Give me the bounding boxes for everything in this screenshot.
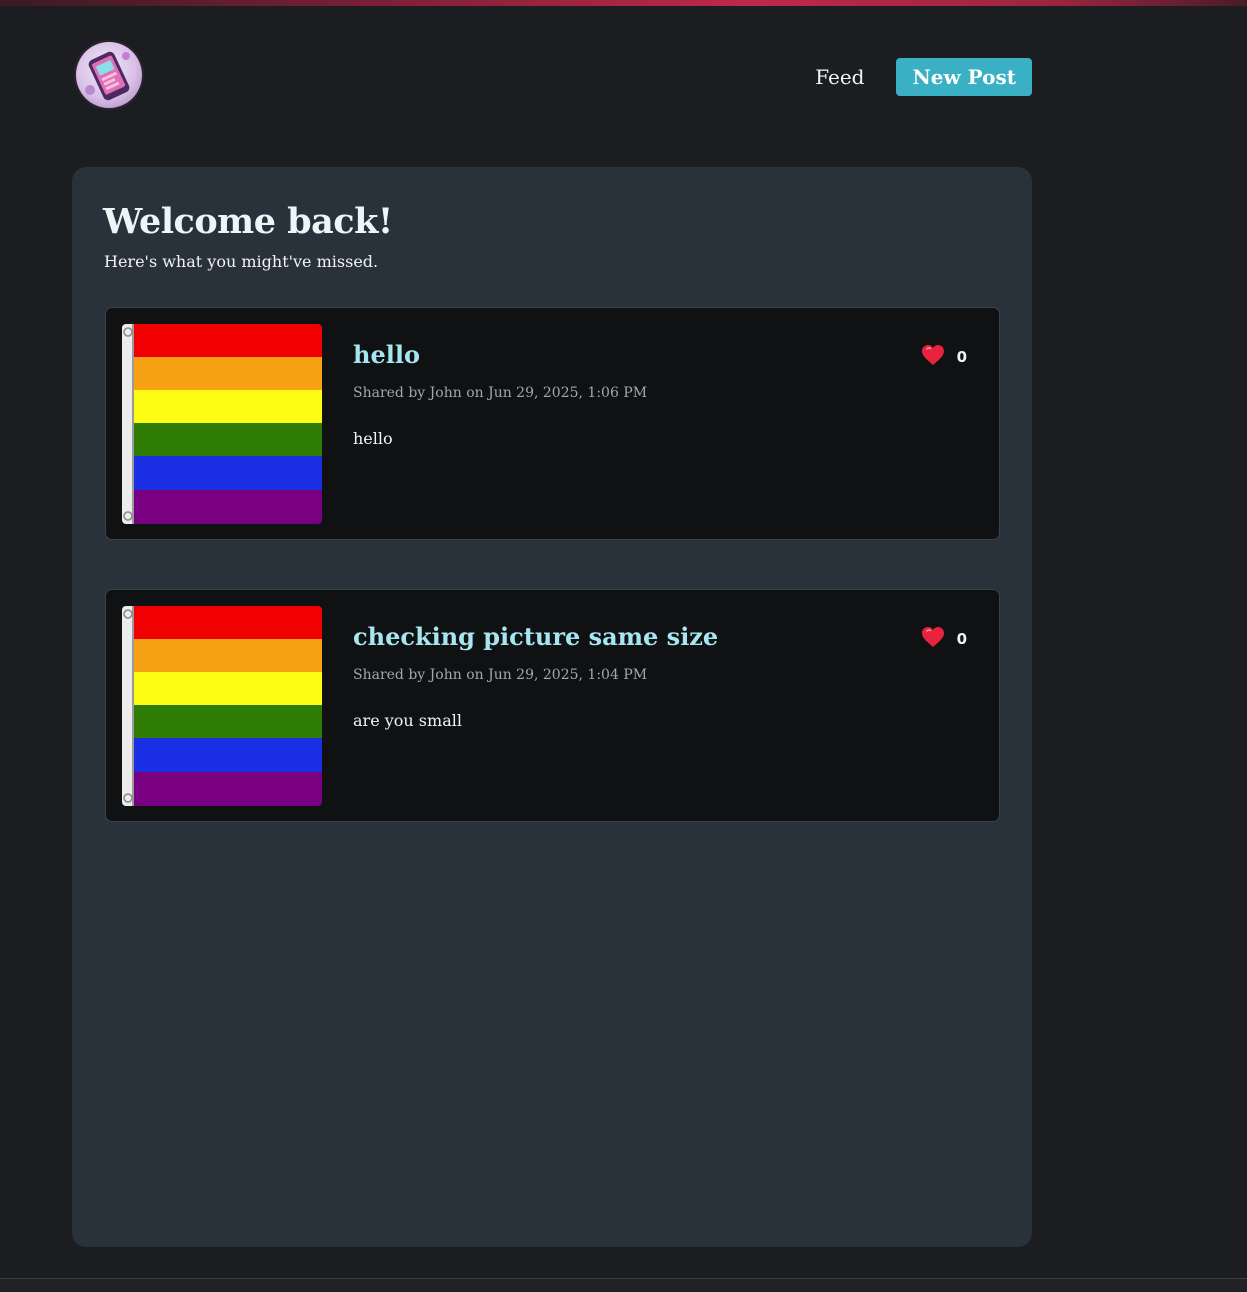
main-nav: Feed New Post — [815, 58, 1032, 96]
page-subtitle: Here's what you might've missed. — [104, 252, 379, 271]
post-card[interactable]: hello Shared by John on Jun 29, 2025, 1:… — [105, 307, 1000, 540]
heart-icon — [921, 626, 945, 652]
post-body: are you small — [353, 711, 462, 730]
page-title: Welcome back! — [103, 201, 393, 242]
like-count: 0 — [956, 348, 967, 366]
post-title[interactable]: checking picture same size — [353, 622, 718, 651]
post-card[interactable]: checking picture same size Shared by Joh… — [105, 589, 1000, 822]
post-title[interactable]: hello — [353, 340, 420, 369]
post-body: hello — [353, 429, 393, 448]
bottom-edge-bar — [0, 1278, 1247, 1292]
like-button[interactable]: 0 — [921, 626, 967, 652]
phone-app-logo-icon[interactable] — [76, 42, 142, 108]
heart-icon — [921, 344, 945, 370]
like-count: 0 — [956, 630, 967, 648]
post-meta: Shared by John on Jun 29, 2025, 1:06 PM — [353, 385, 648, 401]
like-button[interactable]: 0 — [921, 344, 967, 370]
feed-panel: Welcome back! Here's what you might've m… — [72, 167, 1032, 1247]
new-post-button[interactable]: New Post — [896, 58, 1032, 96]
post-meta: Shared by John on Jun 29, 2025, 1:04 PM — [353, 667, 648, 683]
nav-feed-link[interactable]: Feed — [815, 65, 864, 89]
site-header: Feed New Post — [72, 38, 1032, 118]
rainbow-flag-image[interactable] — [122, 606, 322, 806]
top-accent-bar — [0, 0, 1247, 6]
rainbow-flag-image[interactable] — [122, 324, 322, 524]
